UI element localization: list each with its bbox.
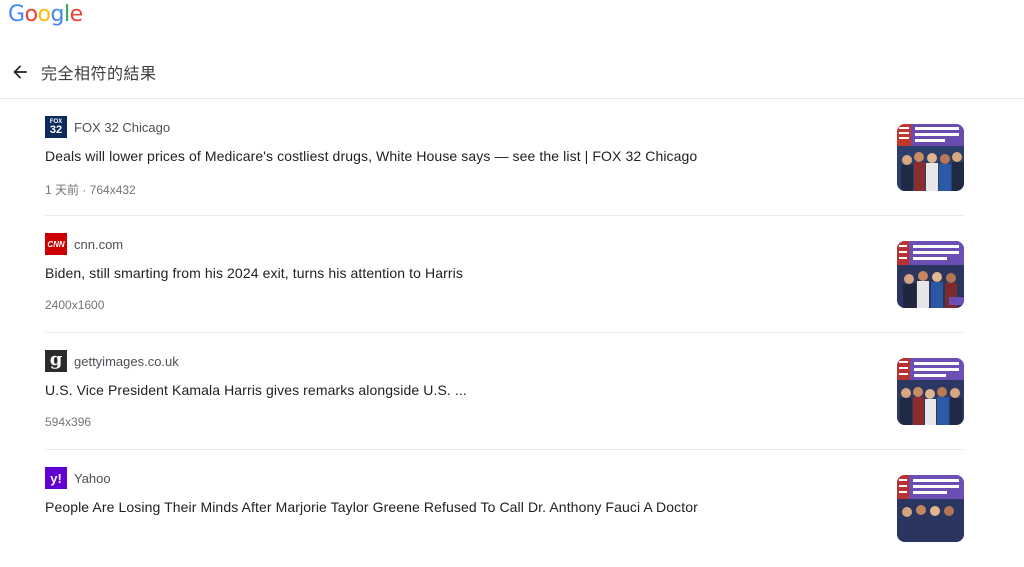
thumbnail-image (897, 475, 964, 542)
favicon-text: y! (50, 470, 62, 486)
result-title-link[interactable]: Deals will lower prices of Medicare's co… (45, 148, 697, 164)
back-button[interactable] (6, 58, 34, 86)
google-logo[interactable]: Google (8, 2, 83, 28)
source-name: gettyimages.co.uk (74, 353, 179, 369)
result-title-link[interactable]: Biden, still smarting from his 2024 exit… (45, 265, 463, 281)
result-source[interactable]: g gettyimages.co.uk (45, 350, 179, 372)
result-item: y! Yahoo People Are Losing Their Minds A… (45, 450, 964, 567)
results-header: 完全相符的結果 (0, 50, 1024, 99)
page-title: 完全相符的結果 (41, 64, 157, 83)
thumbnail-image (897, 358, 964, 425)
source-name: Yahoo (74, 470, 111, 486)
result-source[interactable]: CNN cnn.com (45, 233, 123, 255)
favicon-text-bottom: 32 (49, 123, 63, 136)
result-source[interactable]: y! Yahoo (45, 467, 111, 489)
logo-letter-o1: o (24, 2, 38, 27)
result-title-link[interactable]: U.S. Vice President Kamala Harris gives … (45, 382, 467, 398)
logo-letter-o2: o (37, 2, 51, 27)
result-meta: 594x396 (45, 415, 92, 429)
gettyimages-logo-icon: g (45, 350, 67, 372)
favicon-text: g (49, 350, 63, 370)
results-list: FOX 32 FOX 32 Chicago Deals will lower p… (45, 99, 964, 567)
result-meta: 1 天前 · 764x432 (45, 183, 136, 197)
thumbnail-image (897, 241, 964, 308)
fox32-logo-icon: FOX 32 (45, 116, 67, 138)
yahoo-logo-icon: y! (45, 467, 67, 489)
result-meta: 2400x1600 (45, 298, 105, 312)
cnn-logo-icon: CNN (45, 233, 67, 255)
source-name: cnn.com (74, 236, 124, 252)
logo-letter-e: e (69, 2, 84, 27)
result-title-link[interactable]: People Are Losing Their Minds After Marj… (45, 499, 698, 515)
result-thumbnail[interactable] (897, 475, 964, 542)
result-thumbnail[interactable] (897, 124, 964, 191)
thumbnail-image (897, 124, 964, 191)
result-item: g gettyimages.co.uk U.S. Vice President … (45, 333, 964, 450)
favicon-text: CNN (47, 239, 65, 249)
arrow-back-icon (13, 65, 27, 79)
logo-letter-g1: G (8, 2, 25, 27)
source-name: FOX 32 Chicago (74, 119, 171, 135)
result-thumbnail[interactable] (897, 241, 964, 308)
result-source[interactable]: FOX 32 FOX 32 Chicago (45, 116, 170, 138)
logo-letter-g2: g (50, 2, 65, 27)
result-item: CNN cnn.com Biden, still smarting from h… (45, 216, 964, 333)
result-thumbnail[interactable] (897, 358, 964, 425)
result-item: FOX 32 FOX 32 Chicago Deals will lower p… (45, 99, 964, 216)
